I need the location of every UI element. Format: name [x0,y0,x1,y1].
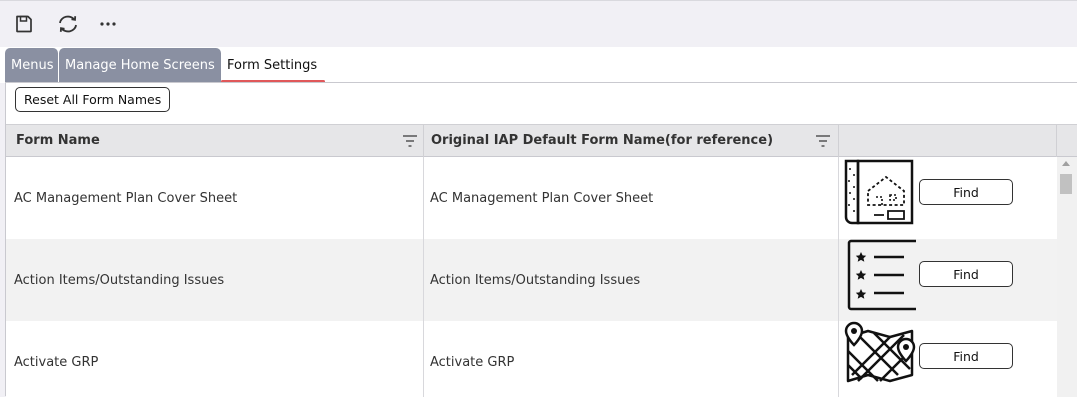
form-names-grid: Form Name Original IAP Default Form Name… [6,124,1077,397]
save-button[interactable] [10,11,38,37]
checklist-icon[interactable] [844,239,916,311]
tab-form-settings[interactable]: Form Settings [221,48,325,83]
original-name-cell: Action Items/Outstanding Issues [424,239,839,321]
vertical-scrollbar[interactable] [1057,157,1077,397]
tab-label: Form Settings [227,58,318,73]
column-header-label: Form Name [16,133,100,148]
save-icon [16,15,32,33]
form-name: Activate GRP [14,354,99,370]
scroll-thumb[interactable] [1060,174,1072,194]
refresh-icon [59,15,77,33]
more-options-button[interactable] [94,11,122,37]
filter-icon[interactable] [402,134,418,148]
map-icon[interactable] [844,321,916,393]
form-name: AC Management Plan Cover Sheet [14,190,238,206]
form-name-cell[interactable]: AC Management Plan Cover Sheet [6,157,424,239]
filter-icon[interactable] [815,134,831,148]
table-row: Action Items/Outstanding Issues Action I… [6,239,1057,321]
icon-cell: Find [839,239,1057,321]
original-name-cell: AC Management Plan Cover Sheet [424,157,839,239]
find-button[interactable]: Find [919,261,1013,287]
tab-bar: Menus Manage Home Screens Form Settings [0,47,1077,83]
blueprint-icon[interactable] [844,157,916,229]
tab-manage-home-screens[interactable]: Manage Home Screens [59,48,221,83]
find-button[interactable]: Find [919,179,1013,205]
icon-cell: Find [839,321,1057,397]
original-name-cell: Activate GRP [424,321,839,397]
form-settings-panel: Reset All Form Names Form Name Original … [5,82,1077,397]
table-row: Activate GRP Activate GRP Find [6,321,1057,397]
tab-label: Manage Home Screens [65,58,215,73]
toolbar [0,0,1077,47]
tab-label: Menus [11,58,54,73]
original-name: AC Management Plan Cover Sheet [430,190,654,206]
column-header-original-name[interactable]: Original IAP Default Form Name(for refer… [424,125,839,157]
original-name: Action Items/Outstanding Issues [430,272,641,288]
column-header-form-name[interactable]: Form Name [6,125,424,157]
column-header-label: Original IAP Default Form Name(for refer… [431,133,774,148]
find-button[interactable]: Find [919,343,1013,369]
column-header-icon [839,125,1057,157]
icon-cell: Find [839,157,1057,239]
tab-menus[interactable]: Menus [5,48,58,83]
form-name-cell[interactable]: Activate GRP [6,321,424,397]
refresh-button[interactable] [54,11,82,37]
original-name: Activate GRP [430,354,515,370]
scroll-up-arrow-icon[interactable] [1062,161,1070,166]
form-name: Action Items/Outstanding Issues [14,272,225,288]
table-row: AC Management Plan Cover Sheet AC Manage… [6,157,1057,239]
grid-header: Form Name Original IAP Default Form Name… [6,124,1077,157]
reset-all-form-names-button[interactable]: Reset All Form Names [15,87,171,112]
more-icon [100,22,116,26]
form-name-cell[interactable]: Action Items/Outstanding Issues [6,239,424,321]
